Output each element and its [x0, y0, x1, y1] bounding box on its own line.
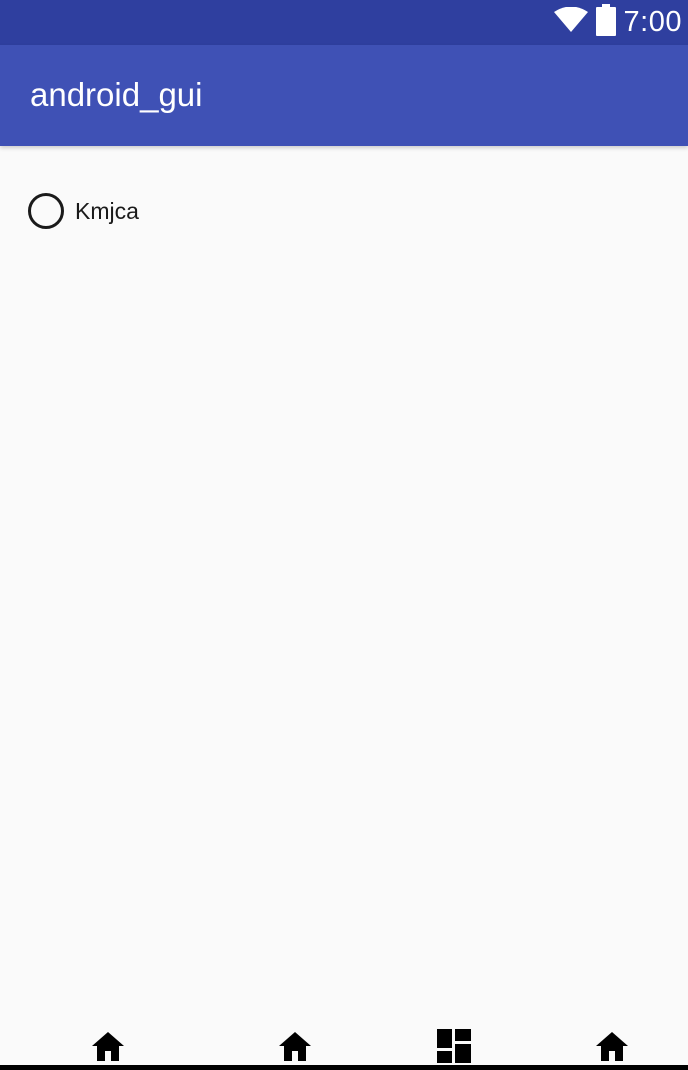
- content-area: Kmjca: [0, 146, 688, 1026]
- status-bar: 7:00: [0, 0, 688, 45]
- radio-button-kmjca[interactable]: Kmjca: [28, 192, 139, 230]
- radio-label: Kmjca: [75, 197, 139, 224]
- wifi-icon: [553, 6, 588, 38]
- home-icon[interactable]: [592, 1026, 632, 1066]
- home-icon[interactable]: [275, 1026, 315, 1066]
- home-icon[interactable]: [88, 1026, 128, 1066]
- radio-unchecked-icon[interactable]: [28, 193, 64, 229]
- bottom-nav-bar: [0, 1020, 688, 1070]
- screen: 7:00 android_gui Kmjca: [0, 0, 688, 1070]
- status-time: 7:00: [623, 6, 682, 38]
- dashboard-icon[interactable]: [434, 1026, 474, 1066]
- app-bar: android_gui: [0, 45, 688, 146]
- battery-icon: [595, 4, 616, 41]
- status-icons: 7:00: [553, 0, 682, 45]
- app-title: android_gui: [30, 76, 203, 113]
- bottom-divider: [0, 1065, 688, 1070]
